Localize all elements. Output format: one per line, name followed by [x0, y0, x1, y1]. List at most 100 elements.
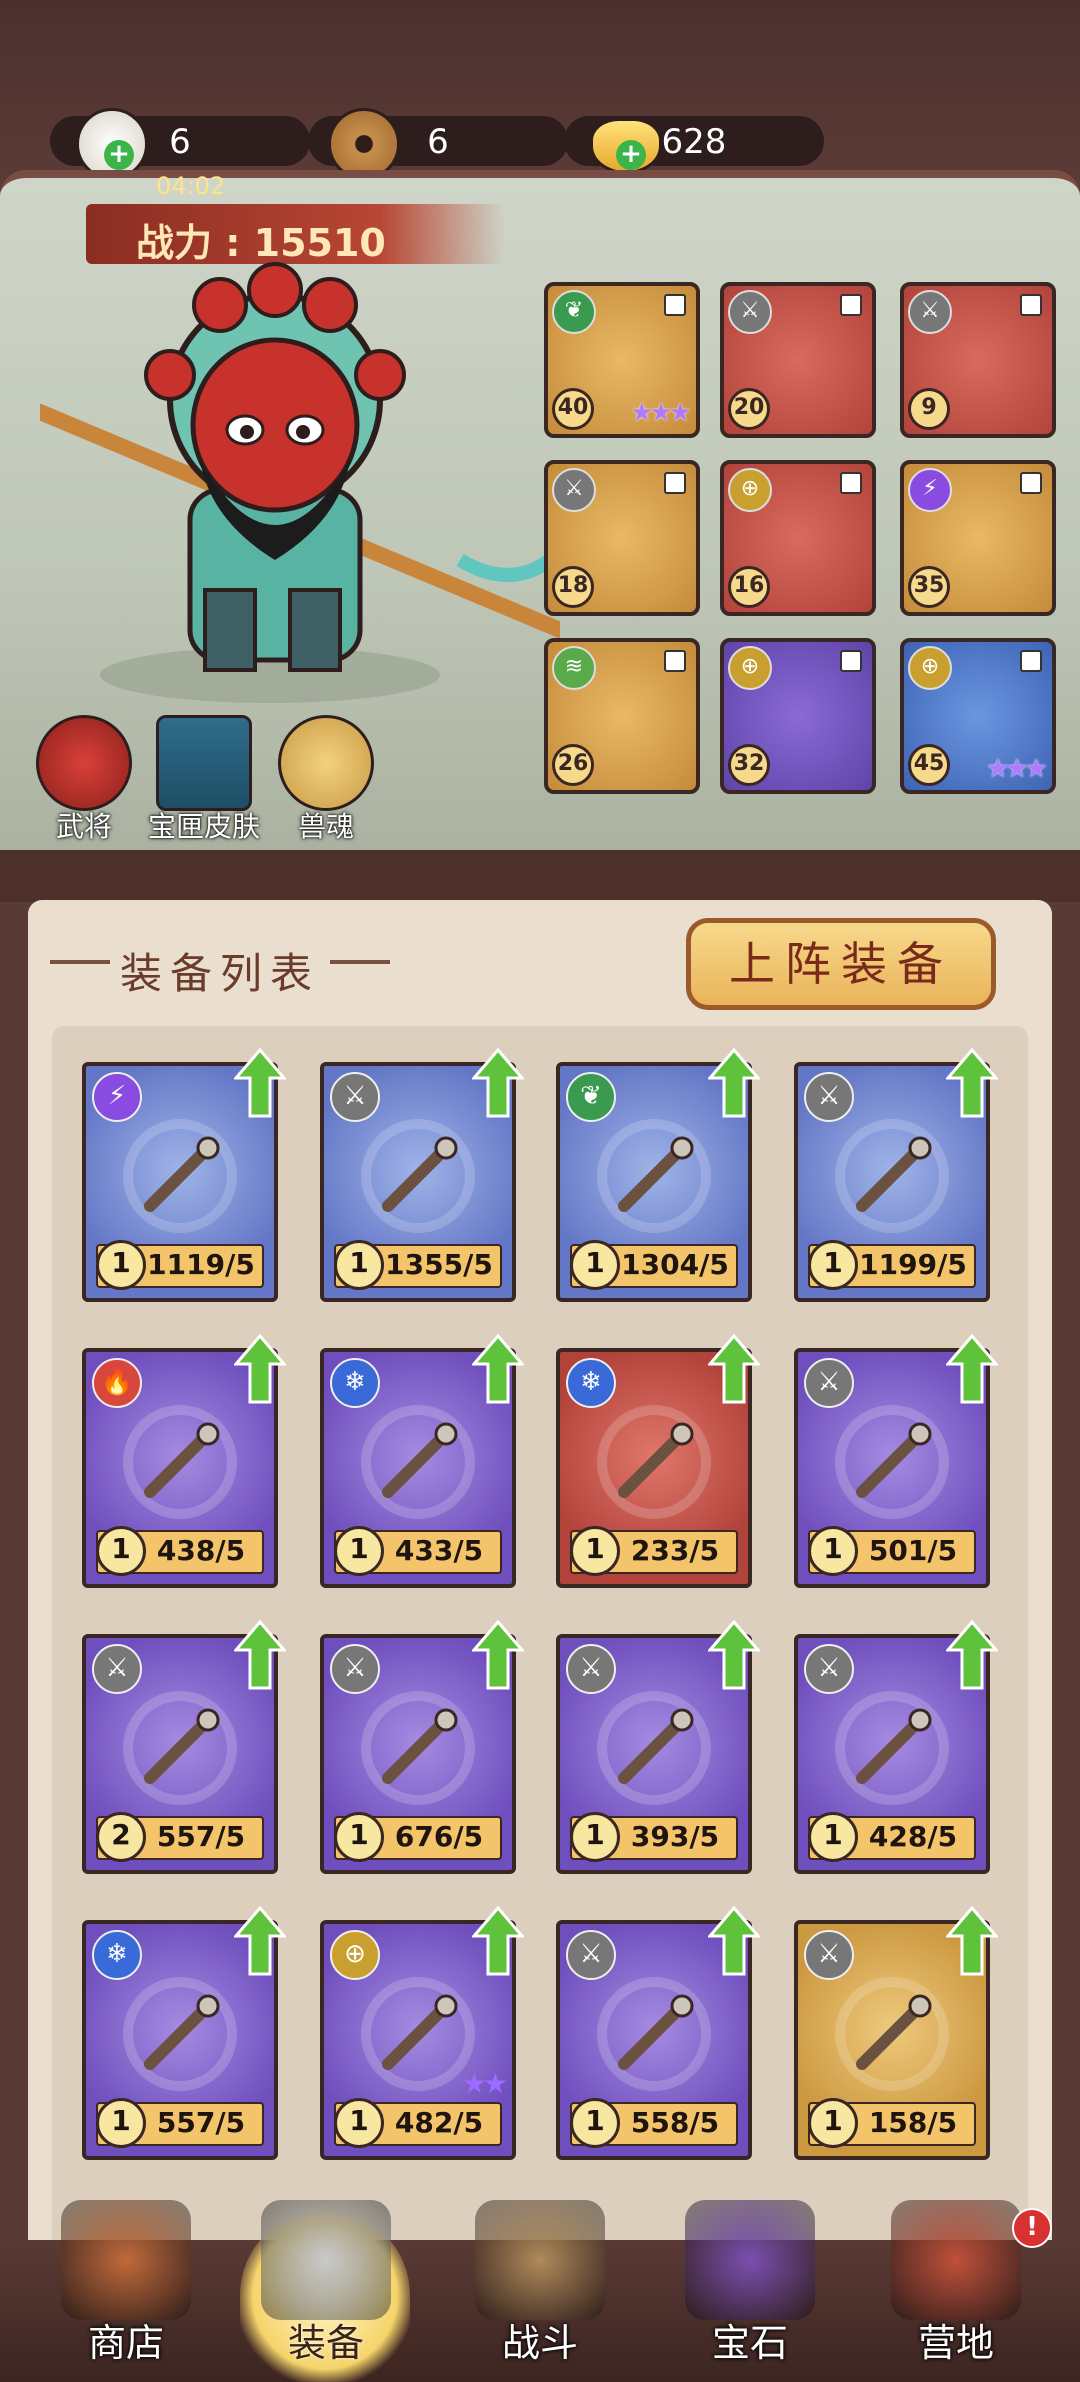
- tab-label: 宝石: [711, 2321, 788, 2365]
- item-count: 2: [96, 1812, 146, 1862]
- beast-soul-icon: [278, 715, 374, 811]
- title-ornament-left: [50, 960, 110, 964]
- progress-text: 1119/5: [147, 1248, 255, 1281]
- equipped-slot[interactable]: ⚔ 18: [544, 460, 700, 616]
- tab-shop[interactable]: 商店: [36, 2200, 216, 2382]
- sword-type-icon: ⚔: [804, 1930, 854, 1980]
- battle-icon: [475, 2200, 605, 2320]
- gem-chest-icon: [685, 2200, 815, 2320]
- stage-bottom-frame: [0, 850, 1080, 902]
- item-count: 1: [334, 1240, 384, 1290]
- sword-type-icon: ⚔: [804, 1358, 854, 1408]
- progress-text: 501/5: [868, 1534, 958, 1567]
- upgrade-arrow-icon: [708, 1334, 760, 1404]
- progress-text: 482/5: [394, 2106, 484, 2139]
- progress-text: 1199/5: [859, 1248, 967, 1281]
- item-count: 1: [808, 1526, 858, 1576]
- progress-text: 233/5: [630, 1534, 720, 1567]
- refine-marker-icon: [664, 650, 686, 672]
- target-type-icon: ⊕: [728, 646, 772, 690]
- nav-treasure-skin-label: 宝匣皮肤: [147, 810, 260, 843]
- upgrade-arrow-icon: [234, 1906, 286, 1976]
- pendant-icon: [361, 1405, 475, 1519]
- sword-type-icon: ⚔: [330, 1072, 380, 1122]
- hook-icon: [123, 1977, 237, 2091]
- camp-notification-badge: !: [1012, 2208, 1052, 2248]
- progress-text: 558/5: [630, 2106, 720, 2139]
- item-count: 1: [808, 1812, 858, 1862]
- equipped-level: 35: [908, 566, 950, 608]
- upgrade-arrow-icon: [946, 1334, 998, 1404]
- upgrade-arrow-icon: [708, 1048, 760, 1118]
- tab-gem-chest[interactable]: 宝石: [660, 2200, 840, 2382]
- refine-marker-icon: [840, 294, 862, 316]
- progress-text: 557/5: [156, 1820, 246, 1853]
- item-count: 1: [808, 1240, 858, 1290]
- progress-text: 393/5: [630, 1820, 720, 1853]
- progress-text: 557/5: [156, 2106, 246, 2139]
- progress-text: 676/5: [394, 1820, 484, 1853]
- tab-label: 战斗: [501, 2321, 578, 2365]
- equipped-slot[interactable]: ≋ 26: [544, 638, 700, 794]
- upgrade-arrow-icon: [234, 1620, 286, 1690]
- tab-label: 商店: [87, 2321, 164, 2365]
- star-rating-icon: ★★: [461, 2067, 508, 2100]
- pearl-icon: [597, 1977, 711, 2091]
- progress-text: 1355/5: [385, 1248, 493, 1281]
- equipped-level: 32: [728, 744, 770, 786]
- upgrade-arrow-icon: [708, 1620, 760, 1690]
- upgrade-arrow-icon: [708, 1906, 760, 1976]
- upgrade-arrow-icon: [946, 1048, 998, 1118]
- nature-type-icon: ❦: [552, 290, 596, 334]
- refine-marker-icon: [1020, 294, 1042, 316]
- upgrade-arrow-icon: [946, 1906, 998, 1976]
- equipped-slot[interactable]: ⚡ 35: [900, 460, 1056, 616]
- tab-label: 营地: [917, 2321, 994, 2365]
- progress-text: 1304/5: [621, 1248, 729, 1281]
- title-ornament-right: [330, 960, 390, 964]
- add-ingot-icon[interactable]: +: [616, 140, 646, 170]
- whip-icon: [123, 1119, 237, 1233]
- add-bun-icon[interactable]: +: [104, 140, 134, 170]
- target-type-icon: ⊕: [330, 1930, 380, 1980]
- star-rating-icon: ★★★: [986, 754, 1048, 784]
- equipped-slot[interactable]: ❦ 40 ★★★: [544, 282, 700, 438]
- equipped-level: 20: [728, 388, 770, 430]
- equipped-slot[interactable]: ⊕ 45 ★★★: [900, 638, 1056, 794]
- target-type-icon: ⊕: [908, 646, 952, 690]
- saber-icon: [835, 1119, 949, 1233]
- equipped-slot[interactable]: ⚔ 9: [900, 282, 1056, 438]
- equipment-icon: [261, 2200, 391, 2320]
- bow-icon: [835, 1691, 949, 1805]
- sword-type-icon: ⚔: [552, 468, 596, 512]
- gourd-icon: [361, 1977, 475, 2091]
- camp-icon: [891, 2200, 1021, 2320]
- nav-general[interactable]: 武将: [24, 715, 144, 845]
- equipped-slot[interactable]: ⊕ 32: [720, 638, 876, 794]
- progress-text: 428/5: [868, 1820, 958, 1853]
- sword-icon: [361, 1119, 475, 1233]
- deploy-equipment-button[interactable]: 上阵装备: [686, 918, 996, 1010]
- refine-marker-icon: [664, 294, 686, 316]
- progress-text: 438/5: [156, 1534, 246, 1567]
- equipped-level: 45: [908, 744, 950, 786]
- nav-beast-soul[interactable]: 兽魂: [266, 715, 386, 845]
- equipped-slot[interactable]: ⚔ 20: [720, 282, 876, 438]
- item-count: 1: [334, 2098, 384, 2148]
- upgrade-arrow-icon: [472, 1906, 524, 1976]
- upgrade-arrow-icon: [472, 1334, 524, 1404]
- tab-battle[interactable]: 战斗: [450, 2200, 630, 2382]
- hero-character[interactable]: [40, 260, 560, 710]
- star-rating-icon: ★★★: [630, 398, 692, 428]
- equipped-level: 9: [908, 388, 950, 430]
- combat-power-text: 战力 : 15510: [136, 221, 386, 265]
- equipped-slot[interactable]: ⊕ 16: [720, 460, 876, 616]
- cauldron-icon: [597, 1405, 711, 1519]
- upgrade-arrow-icon: [234, 1048, 286, 1118]
- tab-equipment[interactable]: 装备: [236, 2200, 416, 2382]
- upgrade-arrow-icon: [234, 1334, 286, 1404]
- sword-type-icon: ⚔: [566, 1930, 616, 1980]
- ice-type-icon: ❄: [566, 1358, 616, 1408]
- progress-text: 158/5: [868, 2106, 958, 2139]
- nav-treasure-skin[interactable]: 宝匣皮肤: [144, 715, 264, 845]
